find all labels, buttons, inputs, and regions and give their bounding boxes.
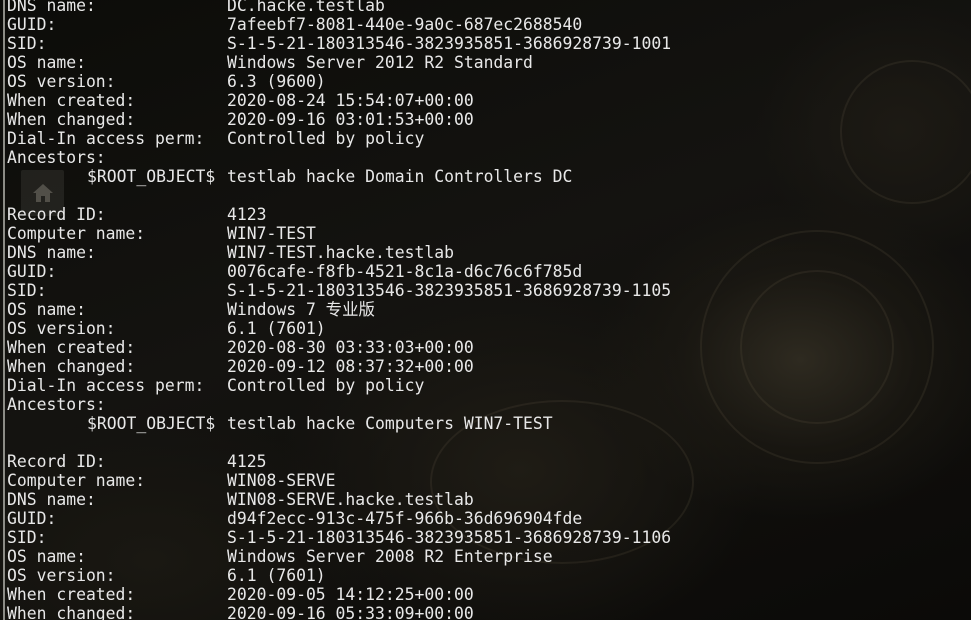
field-value: WIN08-SERVE [227, 471, 336, 490]
field-value: Controlled by policy [227, 376, 425, 395]
ancestor-line: $ROOT_OBJECT$ testlab hacke Domain Contro… [7, 167, 671, 186]
field-value: S-1-5-21-180313546-3823935851-3686928739… [227, 281, 672, 300]
field-value: 6.1 (7601) [227, 566, 326, 585]
field-value: 0076cafe-f8fb-4521-8c1a-d6c76c6f785d [227, 262, 583, 281]
field-label: GUID: [7, 509, 57, 528]
field-value: 7afeebf7-8081-440e-9a0c-687ec2688540 [227, 15, 583, 34]
field-label: When created: [7, 338, 136, 357]
field-label: When changed: [7, 357, 136, 376]
record-field-line: Ancestors: [7, 148, 671, 167]
background-swirl [840, 60, 971, 204]
record-field-line: DNS name: WIN08-SERVE.hacke.testlab [7, 490, 671, 509]
field-label: OS name: [7, 300, 86, 319]
record-field-line: When changed: 2020-09-16 05:33:09+00:00 [7, 604, 671, 620]
ancestor-key: $ROOT_OBJECT$ [87, 167, 216, 186]
field-value: DC.hacke.testlab [227, 0, 385, 15]
field-label: When changed: [7, 604, 136, 620]
field-value: WIN08-SERVE.hacke.testlab [227, 490, 474, 509]
field-value: Windows Server 2012 R2 Standard [227, 53, 533, 72]
field-value: WIN7-TEST.hacke.testlab [227, 243, 454, 262]
field-value: 2020-08-30 03:33:03+00:00 [227, 338, 474, 357]
field-value: 6.3 (9600) [227, 72, 326, 91]
record-field-line: Ancestors: [7, 395, 671, 414]
field-label: OS version: [7, 566, 116, 585]
terminal-output: DNS name: DC.hacke.testlab GUID: 7afeebf7-8… [7, 0, 671, 620]
field-label: DNS name: [7, 0, 96, 15]
record-field-line: OS version: 6.1 (7601) [7, 566, 671, 585]
field-label: Ancestors: [7, 395, 106, 414]
record-field-line: Computer name: WIN7-TEST [7, 224, 671, 243]
record-field-line: Record ID: 4123 [7, 205, 671, 224]
record-field-line: Record ID: 4125 [7, 452, 671, 471]
record-field-line: When created: 2020-08-30 03:33:03+00:00 [7, 338, 671, 357]
record-field-line: OS version: 6.3 (9600) [7, 72, 671, 91]
field-label: Dial-In access perm: [7, 129, 205, 148]
record-field-line: OS name: Windows 7 专业版 [7, 300, 671, 319]
record-field-line: GUID: d94f2ecc-913c-475f-966b-36d696904fd… [7, 509, 671, 528]
record-field-line: OS version: 6.1 (7601) [7, 319, 671, 338]
ancestor-path: testlab hacke Domain Controllers DC [227, 167, 573, 186]
field-value: d94f2ecc-913c-475f-966b-36d696904fde [227, 509, 583, 528]
record-field-line: SID: S-1-5-21-180313546-3823935851-368692… [7, 34, 671, 53]
field-label: SID: [7, 34, 47, 53]
record-field-line: When created: 2020-09-05 14:12:25+00:00 [7, 585, 671, 604]
field-value: 2020-09-05 14:12:25+00:00 [227, 585, 474, 604]
field-label: OS name: [7, 53, 86, 72]
field-value: 2020-09-16 05:33:09+00:00 [227, 604, 474, 620]
record-field-line: OS name: Windows Server 2012 R2 Standard [7, 53, 671, 72]
background-swirl [740, 270, 894, 424]
record-field-line: When created: 2020-08-24 15:54:07+00:00 [7, 91, 671, 110]
field-label: GUID: [7, 262, 57, 281]
record-field-line: Dial-In access perm: Controlled by policy [7, 129, 671, 148]
record-field-line: DNS name: WIN7-TEST.hacke.testlab [7, 243, 671, 262]
field-label: SID: [7, 281, 47, 300]
field-label: Record ID: [7, 205, 106, 224]
record-field-line: Computer name: WIN08-SERVE [7, 471, 671, 490]
field-label: DNS name: [7, 490, 96, 509]
record-field-line: SID: S-1-5-21-180313546-3823935851-368692… [7, 528, 671, 547]
field-label: OS name: [7, 547, 86, 566]
record-field-line: Dial-In access perm: Controlled by policy [7, 376, 671, 395]
field-label: When changed: [7, 110, 136, 129]
field-label: GUID: [7, 15, 57, 34]
field-value: S-1-5-21-180313546-3823935851-3686928739… [227, 528, 672, 547]
field-label: OS version: [7, 319, 116, 338]
field-value: 2020-08-24 15:54:07+00:00 [227, 91, 474, 110]
record-field-line: When changed: 2020-09-12 08:37:32+00:00 [7, 357, 671, 376]
record-field-line: OS name: Windows Server 2008 R2 Enterpris… [7, 547, 671, 566]
record-field-line: When changed: 2020-09-16 03:01:53+00:00 [7, 110, 671, 129]
field-label: SID: [7, 528, 47, 547]
ancestor-key: $ROOT_OBJECT$ [87, 414, 216, 433]
field-label: When created: [7, 585, 136, 604]
field-value: Windows 7 专业版 [227, 300, 375, 319]
field-label: Computer name: [7, 471, 146, 490]
field-value: WIN7-TEST [227, 224, 316, 243]
field-label: Ancestors: [7, 148, 106, 167]
ancestor-line: $ROOT_OBJECT$ testlab hacke Computers WIN… [7, 414, 671, 433]
field-label: OS version: [7, 72, 116, 91]
field-value: S-1-5-21-180313546-3823935851-3686928739… [227, 34, 672, 53]
window-border [3, 0, 5, 620]
record-field-line: GUID: 0076cafe-f8fb-4521-8c1a-d6c76c6f785… [7, 262, 671, 281]
record-field-line: GUID: 7afeebf7-8081-440e-9a0c-687ec268854… [7, 15, 671, 34]
record-field-line: SID: S-1-5-21-180313546-3823935851-368692… [7, 281, 671, 300]
terminal-window[interactable]: DNS name: DC.hacke.testlab GUID: 7afeebf7-8… [0, 0, 971, 620]
field-label: Computer name: [7, 224, 146, 243]
field-value: Controlled by policy [227, 129, 425, 148]
field-label: DNS name: [7, 243, 96, 262]
field-value: 2020-09-16 03:01:53+00:00 [227, 110, 474, 129]
field-label: Record ID: [7, 452, 106, 471]
field-label: Dial-In access perm: [7, 376, 205, 395]
field-value: Windows Server 2008 R2 Enterprise [227, 547, 553, 566]
field-value: 6.1 (7601) [227, 319, 326, 338]
record-field-line: DNS name: DC.hacke.testlab [7, 0, 671, 15]
field-value: 4123 [227, 205, 267, 224]
ancestor-path: testlab hacke Computers WIN7-TEST [227, 414, 553, 433]
field-label: When created: [7, 91, 136, 110]
field-value: 4125 [227, 452, 267, 471]
field-value: 2020-09-12 08:37:32+00:00 [227, 357, 474, 376]
